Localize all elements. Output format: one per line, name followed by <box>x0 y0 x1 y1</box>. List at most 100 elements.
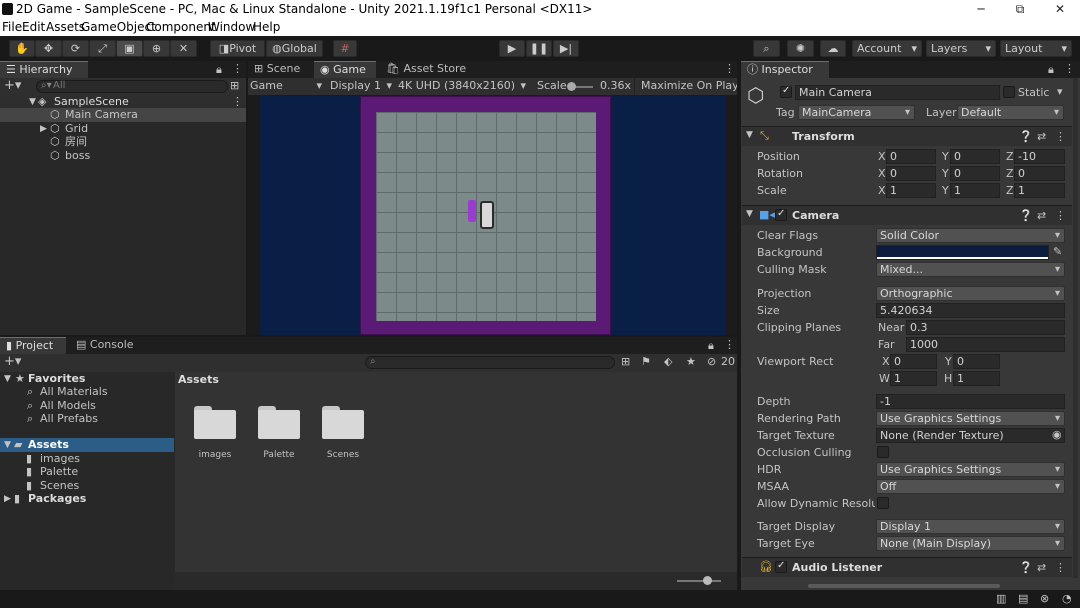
favorite-star-icon[interactable]: ★ <box>686 355 696 368</box>
packages-row[interactable]: ▶ ▮ Packages <box>0 492 174 506</box>
tab-inspector[interactable]: ⓘ Inspector <box>741 61 829 78</box>
culling-mask-dropdown[interactable]: Mixed... <box>876 262 1065 277</box>
menu-assets[interactable]: Assets <box>46 20 85 34</box>
layout-dropdown[interactable]: Layout ▾ <box>1000 40 1072 57</box>
viewport-x-label[interactable]: X <box>882 355 890 368</box>
far-field[interactable]: 1000 <box>906 337 1065 352</box>
static-checkbox[interactable] <box>1003 86 1015 98</box>
icon-size-slider-thumb[interactable] <box>703 576 712 585</box>
rotate-tool-button[interactable]: ⟳ <box>62 40 89 57</box>
scale-slider[interactable] <box>567 82 593 91</box>
scene-menu-icon[interactable]: ⋮ <box>232 95 243 109</box>
axis-x-label[interactable]: X <box>878 167 886 180</box>
collapse-arrow-icon[interactable]: ▼ <box>746 130 753 140</box>
axis-z-label[interactable]: Z <box>1006 150 1014 163</box>
panel-menu-icon[interactable]: ⋮ <box>1064 62 1075 75</box>
expand-arrow-icon[interactable]: ▼ <box>29 95 36 109</box>
lock-icon[interactable]: 🔒︎ <box>708 339 714 353</box>
component-menu-icon[interactable]: ⋮ <box>1055 130 1066 143</box>
expand-arrow-icon[interactable]: ▼ <box>4 438 11 452</box>
folder-palette[interactable]: ▮ Palette <box>0 465 174 479</box>
axis-y-label[interactable]: Y <box>942 184 949 197</box>
collab-icon[interactable]: ✺ <box>787 40 814 57</box>
search-icon[interactable]: ⌕ <box>753 40 780 57</box>
menu-file[interactable]: File <box>2 20 22 34</box>
lock-icon[interactable]: 🔒︎ <box>216 63 222 77</box>
scale-slider-thumb[interactable] <box>567 82 576 91</box>
pause-button[interactable]: ❚❚ <box>526 40 552 57</box>
preset-icon[interactable]: ⇄ <box>1037 130 1046 143</box>
preset-icon[interactable]: ⇄ <box>1037 209 1046 222</box>
menu-gameobject[interactable]: GameObject <box>81 20 156 34</box>
favorite-all-models[interactable]: ⌕ All Models <box>0 399 174 413</box>
projection-dropdown[interactable]: Orthographic <box>876 286 1065 301</box>
help-icon[interactable]: ❔ <box>1019 209 1033 222</box>
account-dropdown[interactable]: Account ▾ <box>852 40 922 57</box>
occlusion-culling-checkbox[interactable] <box>877 446 889 458</box>
scale-z-field[interactable]: 1 <box>1014 183 1065 198</box>
position-y-field[interactable]: 0 <box>950 149 1000 164</box>
hidden-packages-icon[interactable]: ⊘ <box>707 355 716 368</box>
component-menu-icon[interactable]: ⋮ <box>1055 209 1066 222</box>
size-field[interactable]: 5.420634 <box>876 303 1065 318</box>
add-icon[interactable]: +▾ <box>4 78 21 93</box>
axis-z-label[interactable]: Z <box>1006 167 1014 180</box>
rotation-z-field[interactable]: 0 <box>1014 166 1065 181</box>
performance-icon[interactable]: ▥ <box>996 592 1006 605</box>
layer-dropdown[interactable]: Default <box>957 105 1064 120</box>
clear-flags-dropdown[interactable]: Solid Color <box>876 228 1065 243</box>
panel-menu-icon[interactable]: ⋮ <box>232 62 243 75</box>
expand-arrow-icon[interactable]: ▶ <box>4 492 11 506</box>
icon-size-slider[interactable] <box>677 576 721 585</box>
tree-item-main-camera[interactable]: ⬡ Main Camera <box>0 108 246 122</box>
lock-icon[interactable]: 🔒︎ <box>1048 63 1054 77</box>
inspector-scrollbar[interactable] <box>808 584 1000 588</box>
panel-menu-icon[interactable]: ⋮ <box>724 338 735 351</box>
camera-enabled-checkbox[interactable] <box>775 208 787 221</box>
rotation-x-field[interactable]: 0 <box>886 166 936 181</box>
panel-menu-icon[interactable]: ⋮ <box>724 62 735 75</box>
axis-y-label[interactable]: Y <box>942 150 949 163</box>
scene-row[interactable]: ▼ ◈ SampleScene ⋮ <box>0 95 246 109</box>
rotation-y-field[interactable]: 0 <box>950 166 1000 181</box>
menu-help[interactable]: Help <box>253 20 280 34</box>
menu-edit[interactable]: Edit <box>22 20 45 34</box>
add-icon[interactable]: +▾ <box>4 354 21 369</box>
preset-icon[interactable]: ⇄ <box>1037 561 1046 574</box>
display-mode-dropdown[interactable]: Game ▾ <box>250 79 324 94</box>
viewport-h-label[interactable]: H <box>944 372 952 385</box>
grid-snap-button[interactable]: # <box>333 40 357 57</box>
audio-listener-header[interactable]: 🎧︎ Audio Listener ❔ ⇄ ⋮ <box>742 557 1072 577</box>
near-field[interactable]: 0.3 <box>906 320 1065 335</box>
resolution-dropdown[interactable]: 4K UHD (3840x2160) ▾ <box>398 79 528 94</box>
axis-z-label[interactable]: Z <box>1006 184 1014 197</box>
help-icon[interactable]: ❔ <box>1019 561 1033 574</box>
expand-arrow-icon[interactable]: ▼ <box>4 372 11 386</box>
favorites-row[interactable]: ▼ ★ Favorites <box>0 372 174 386</box>
transform-header[interactable]: ▼ ⤡ Transform ❔ ⇄ ⋮ <box>742 126 1072 146</box>
viewport-y-label[interactable]: Y <box>945 355 952 368</box>
folder-scenes[interactable]: ▮ Scenes <box>0 479 174 493</box>
inspector-vertical-scrollbar[interactable] <box>1073 78 1078 578</box>
background-color-swatch[interactable] <box>876 245 1049 260</box>
msaa-dropdown[interactable]: Off <box>876 479 1065 494</box>
viewport-x-field[interactable]: 0 <box>890 354 937 369</box>
cache-icon[interactable]: ▤ <box>1018 592 1028 605</box>
global-toggle[interactable]: ◍Global <box>266 40 323 57</box>
auto-generate-icon[interactable]: ◔ <box>1062 592 1072 605</box>
axis-y-label[interactable]: Y <box>942 167 949 180</box>
active-checkbox[interactable] <box>780 85 792 98</box>
viewport-w-field[interactable]: 1 <box>890 371 937 386</box>
hierarchy-search-input[interactable]: ⌕▾ All <box>36 80 228 93</box>
display-dropdown[interactable]: Display 1 ▾ <box>330 79 394 94</box>
rendering-path-dropdown[interactable]: Use Graphics Settings <box>876 411 1065 426</box>
position-x-field[interactable]: 0 <box>886 149 936 164</box>
target-display-dropdown[interactable]: Display 1 <box>876 519 1065 534</box>
hand-tool-button[interactable]: ✋ <box>9 40 35 57</box>
axis-x-label[interactable]: X <box>878 150 886 163</box>
tree-item-boss[interactable]: ⬡ boss <box>0 149 246 163</box>
viewport-w-label[interactable]: W <box>879 372 890 385</box>
folder-images[interactable]: ▮ images <box>0 452 174 466</box>
scale-y-field[interactable]: 1 <box>950 183 1000 198</box>
tab-console[interactable]: ▤ Console <box>70 337 136 354</box>
